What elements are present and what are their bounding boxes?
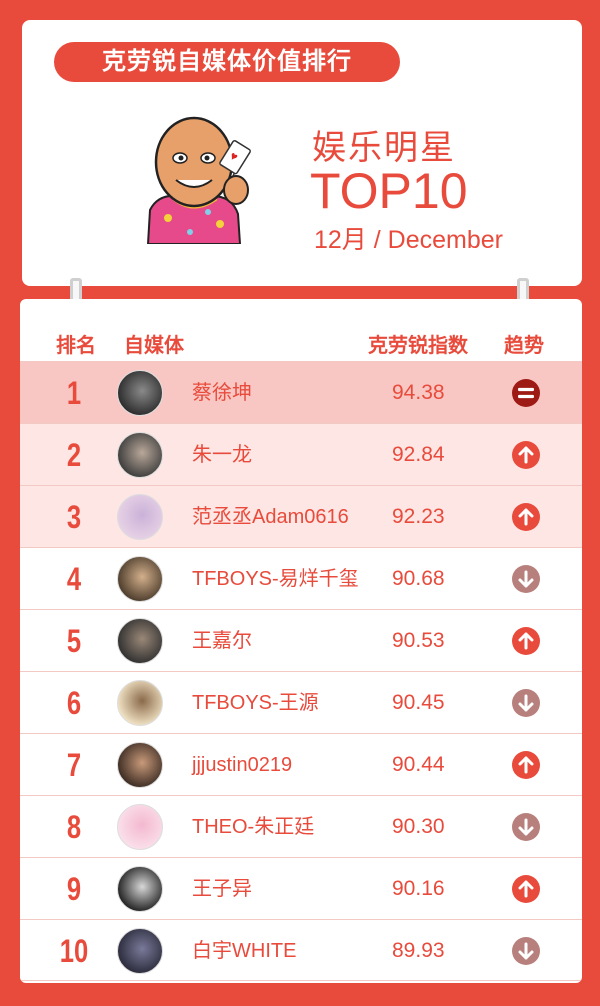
index-score: 92.84 xyxy=(392,443,445,466)
trend-down-icon xyxy=(512,937,540,965)
index-score: 89.93 xyxy=(392,939,445,962)
account-name: TFBOYS-易烊千玺 xyxy=(192,568,359,590)
table-row: 3 范丞丞Adam0616 92.23 xyxy=(20,485,582,547)
index-score: 92.23 xyxy=(392,505,445,528)
avatar xyxy=(117,432,163,478)
ranking-table: 排名 自媒体 克劳锐指数 趋势 1 蔡徐坤 94.38 2 朱一龙 92.84 3 范丞丞Ad… xyxy=(20,299,582,983)
avatar xyxy=(117,866,163,912)
column-header-index: 克劳锐指数 xyxy=(368,335,468,357)
rank-number: 7 xyxy=(66,747,82,783)
account-name: 范丞丞Adam0616 xyxy=(192,506,349,528)
rank-number: 9 xyxy=(66,871,82,907)
table-row: 8 THEO-朱正廷 90.30 xyxy=(20,795,582,857)
period-label: 12月 / December xyxy=(314,226,503,254)
table-row: 7 jjjustin0219 90.44 xyxy=(20,733,582,795)
account-name: 朱一龙 xyxy=(192,444,252,466)
trend-down-icon xyxy=(512,689,540,717)
header-card: 克劳锐自媒体价值排行 ♥ ♥ 娱乐明星 xyxy=(22,20,582,286)
avatar xyxy=(117,742,163,788)
account-name: 王子异 xyxy=(192,878,252,900)
category-title: 娱乐明星 xyxy=(312,129,456,167)
table-row: 2 朱一龙 92.84 xyxy=(20,423,582,485)
trend-up-icon xyxy=(512,441,540,469)
account-name: 蔡徐坤 xyxy=(192,382,252,404)
avatar xyxy=(117,680,163,726)
index-score: 90.44 xyxy=(392,753,445,776)
index-score: 90.16 xyxy=(392,877,445,900)
column-header-trend: 趋势 xyxy=(504,335,544,357)
rank-number: 6 xyxy=(66,685,82,721)
table-row: 1 蔡徐坤 94.38 xyxy=(20,361,582,423)
account-name: TFBOYS-王源 xyxy=(192,692,319,714)
trend-up-icon xyxy=(512,503,540,531)
index-score: 94.38 xyxy=(392,381,445,404)
rank-number: 4 xyxy=(66,561,82,597)
index-score: 90.53 xyxy=(392,629,445,652)
rank-number: 8 xyxy=(66,809,82,845)
rank-number: 1 xyxy=(66,375,82,411)
avatar xyxy=(117,494,163,540)
column-header-rank: 排名 xyxy=(56,335,96,357)
avatar xyxy=(117,618,163,664)
trend-up-icon xyxy=(512,875,540,903)
avatar xyxy=(117,370,163,416)
account-name: jjjustin0219 xyxy=(192,754,293,776)
index-score: 90.30 xyxy=(392,815,445,838)
table-row: 6 TFBOYS-王源 90.45 xyxy=(20,671,582,733)
column-header-media: 自媒体 xyxy=(124,335,184,357)
trend-down-icon xyxy=(512,813,540,841)
index-score: 90.45 xyxy=(392,691,445,714)
account-name: 白宇WHITE xyxy=(192,940,297,962)
rank-number: 5 xyxy=(66,623,82,659)
rank-number: 2 xyxy=(66,437,82,473)
avatar xyxy=(117,804,163,850)
trend-up-icon xyxy=(512,627,540,655)
table-header: 排名 自媒体 克劳锐指数 趋势 xyxy=(20,299,582,361)
account-name: 王嘉尔 xyxy=(192,630,252,652)
mascot-logo: ♥ ♥ xyxy=(146,116,251,244)
rank-number: 10 xyxy=(59,933,89,969)
table-body: 1 蔡徐坤 94.38 2 朱一龙 92.84 3 范丞丞Adam0616 92.23 4 TFBO… xyxy=(20,361,582,981)
account-name: THEO-朱正廷 xyxy=(192,816,315,838)
top-label: TOP10 xyxy=(310,163,468,219)
table-row: 4 TFBOYS-易烊千玺 90.68 xyxy=(20,547,582,609)
avatar xyxy=(117,928,163,974)
page-title: 克劳锐自媒体价值排行 xyxy=(54,42,400,82)
trend-down-icon xyxy=(512,565,540,593)
trend-equal-icon xyxy=(512,379,540,407)
table-row: 10 白宇WHITE 89.93 xyxy=(20,919,582,981)
trend-up-icon xyxy=(512,751,540,779)
table-row: 5 王嘉尔 90.53 xyxy=(20,609,582,671)
index-score: 90.68 xyxy=(392,567,445,590)
avatar xyxy=(117,556,163,602)
table-row: 9 王子异 90.16 xyxy=(20,857,582,919)
rank-number: 3 xyxy=(66,499,82,535)
